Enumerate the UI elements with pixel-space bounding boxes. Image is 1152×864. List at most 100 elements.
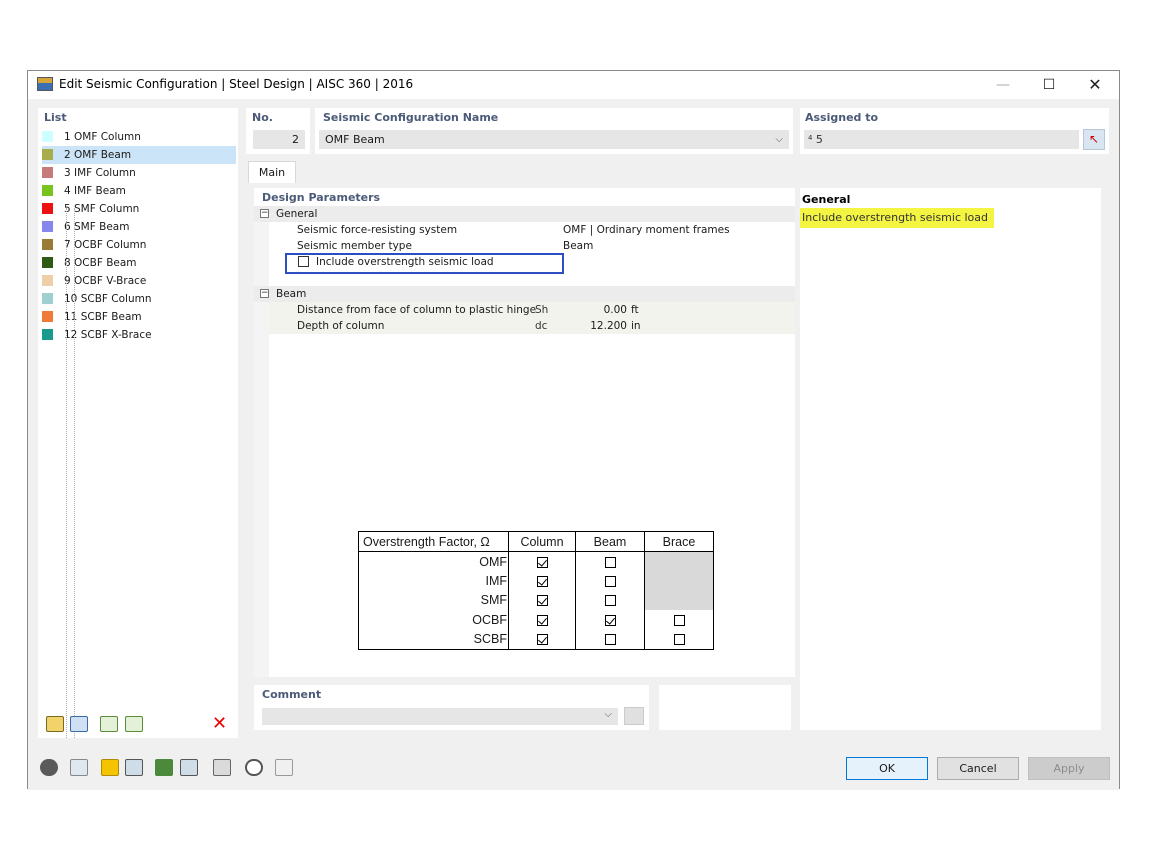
checked-box-icon	[604, 614, 616, 626]
param-row[interactable]: Distance from face of column to plastic …	[269, 302, 795, 318]
delete-icon[interactable]: ✕	[212, 713, 227, 734]
checked-box-icon	[536, 614, 548, 626]
copy-item-icon[interactable]	[70, 716, 88, 732]
import-icon[interactable]	[155, 759, 173, 776]
list-item-label: 12 SCBF X-Brace	[64, 329, 152, 341]
comment-library-icon[interactable]	[624, 707, 644, 725]
name-dropdown[interactable]: OMF Beam ⌵	[319, 130, 789, 149]
param-value: 12.200	[590, 320, 627, 332]
list-item[interactable]: 8 OCBF Beam	[42, 254, 236, 272]
list-item[interactable]: 10 SCBF Column	[42, 290, 236, 308]
collapse-icon[interactable]: −	[260, 209, 269, 218]
column-cell	[508, 629, 576, 650]
group-label: Beam	[276, 288, 307, 300]
list-item[interactable]: 4 IMF Beam	[42, 182, 236, 200]
minimize-button[interactable]: —	[988, 75, 1018, 95]
search-icon[interactable]	[40, 759, 58, 776]
window-title: Edit Seismic Configuration | Steel Desig…	[59, 77, 414, 91]
param-symbol: dc	[535, 320, 548, 332]
list-item-label: 4 IMF Beam	[64, 185, 126, 197]
row-label: OMF	[358, 551, 509, 571]
param-row[interactable]: Depth of column dc 12.200 in	[269, 318, 795, 334]
param-row[interactable]: Seismic force-resisting system OMF | Ord…	[269, 222, 795, 238]
table-row: SCBF	[358, 629, 714, 650]
list-item[interactable]: 2 OMF Beam	[42, 146, 236, 164]
table-header: Brace	[644, 531, 714, 552]
tab-main[interactable]: Main	[248, 161, 296, 183]
checked-box-icon	[536, 634, 548, 646]
dialog-window: Edit Seismic Configuration | Steel Desig…	[27, 70, 1120, 790]
group-beam[interactable]: − Beam	[254, 286, 795, 302]
comment-input[interactable]: ⌵	[262, 708, 618, 725]
row-label: SCBF	[358, 629, 509, 650]
color-swatch	[42, 149, 53, 160]
beam-cell	[575, 571, 645, 591]
param-symbol: Sh	[535, 304, 549, 316]
check-all-icon[interactable]	[100, 716, 118, 732]
row-label: IMF	[358, 571, 509, 591]
column-cell	[508, 610, 576, 630]
maximize-button[interactable]: ☐	[1034, 75, 1064, 95]
list-item-label: 11 SCBF Beam	[64, 311, 142, 323]
list-item[interactable]: 5 SMF Column	[42, 200, 236, 218]
design-parameters-title: Design Parameters	[262, 191, 381, 204]
param-value: OMF | Ordinary moment frames	[563, 224, 730, 236]
assigned-label: Assigned to	[805, 111, 879, 124]
comment-panel: Comment ⌵	[254, 685, 649, 730]
list-toolbar: ✕	[38, 711, 238, 737]
formula-icon[interactable]	[275, 759, 293, 776]
color-swatch	[42, 185, 53, 196]
list-item-label: 5 SMF Column	[64, 203, 140, 215]
assigned-field[interactable]: ⁴ 5	[804, 130, 1079, 149]
decimal-places-icon[interactable]	[70, 759, 88, 776]
units-icon[interactable]	[125, 759, 143, 776]
column-cell	[508, 590, 576, 610]
list-item[interactable]: 11 SCBF Beam	[42, 308, 236, 326]
list-item[interactable]: 1 OMF Column	[42, 128, 236, 146]
new-item-icon[interactable]	[46, 716, 64, 732]
param-name: Seismic member type	[297, 240, 412, 252]
unchecked-box-icon	[673, 614, 685, 626]
group-general[interactable]: − General	[254, 206, 795, 222]
list-item-label: 7 OCBF Column	[64, 239, 147, 251]
checked-box-icon	[536, 575, 548, 587]
not-applicable-cell	[644, 590, 714, 610]
info-panel: General Include overstrength seismic loa…	[800, 188, 1101, 730]
list-item-label: 2 OMF Beam	[64, 149, 132, 161]
copy-icon[interactable]	[213, 759, 231, 776]
no-label: No.	[252, 111, 273, 124]
comment-side-panel	[659, 685, 791, 730]
unchecked-box-icon	[604, 595, 616, 607]
beam-cell	[575, 590, 645, 610]
color-swatch	[42, 239, 53, 250]
param-name: Distance from face of column to plastic …	[297, 304, 537, 316]
list-item[interactable]: 9 OCBF V-Brace	[42, 272, 236, 290]
cancel-button[interactable]: Cancel	[937, 757, 1019, 780]
color-icon[interactable]	[101, 759, 119, 776]
param-value: 0.00	[603, 304, 627, 316]
pick-members-icon[interactable]: ↖	[1083, 129, 1105, 150]
list-item-label: 3 IMF Column	[64, 167, 136, 179]
not-applicable-cell	[644, 571, 714, 591]
table-header: Overstrength Factor, Ω	[358, 531, 509, 552]
list-panel: List 1 OMF Column 2 OMF Beam 3 IMF Column 4…	[38, 108, 238, 738]
reset-icon[interactable]	[245, 759, 263, 776]
list-item[interactable]: 7 OCBF Column	[42, 236, 236, 254]
table-row: OCBF	[358, 610, 714, 630]
close-button[interactable]: ✕	[1080, 75, 1110, 95]
beam-cell	[575, 610, 645, 630]
apply-button[interactable]: Apply	[1028, 757, 1110, 780]
param-row[interactable]: Seismic member type Beam	[269, 238, 795, 254]
list-item[interactable]: 3 IMF Column	[42, 164, 236, 182]
list-item[interactable]: 12 SCBF X-Brace	[42, 326, 236, 344]
checked-box-icon	[536, 556, 548, 568]
name-value: OMF Beam	[325, 133, 385, 146]
brace-cell	[644, 610, 714, 630]
uncheck-all-icon[interactable]	[125, 716, 143, 732]
param-name: Seismic force-resisting system	[297, 224, 458, 236]
list-item[interactable]: 6 SMF Beam	[42, 218, 236, 236]
color-swatch	[42, 131, 53, 142]
collapse-icon[interactable]: −	[260, 289, 269, 298]
ok-button[interactable]: OK	[846, 757, 928, 780]
export-icon[interactable]	[180, 759, 198, 776]
